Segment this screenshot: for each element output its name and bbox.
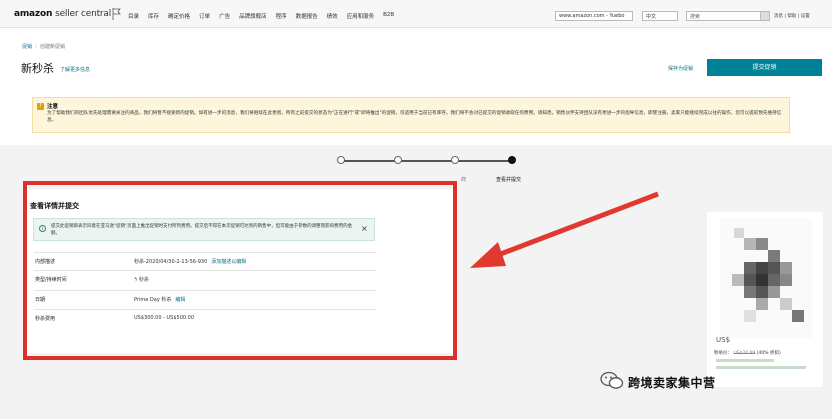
breadcrumb-current: 创建新促销 xyxy=(40,44,66,50)
search-input[interactable]: 搜索 xyxy=(686,11,762,21)
progress-stepper xyxy=(337,155,517,167)
language-select[interactable]: 中文 xyxy=(642,11,678,21)
watermark-text: 跨境卖家集中营 xyxy=(628,376,716,390)
step-3-dot[interactable] xyxy=(451,156,459,164)
amazon-logo[interactable]: amazon seller central xyxy=(14,9,111,19)
page-title: 新秒杀 xyxy=(21,62,54,75)
step-1-dot[interactable] xyxy=(337,156,345,164)
breadcrumb: 促销 › 创建新促销 xyxy=(22,44,66,50)
step-4-label: 查看并提交 xyxy=(496,177,522,183)
breadcrumb-promotions[interactable]: 促销 xyxy=(22,44,32,50)
step-4-dot xyxy=(508,156,516,164)
top-navigation-bar: amazon seller central 目录 库存 确定价格 订单 广告 品… xyxy=(0,0,832,28)
product-price: 秒杀价： US$20.99 (40% 折扣) xyxy=(714,351,781,356)
nav-reports[interactable]: 数据报告 xyxy=(296,12,318,20)
highlight-frame xyxy=(23,181,457,360)
blurred-product-image xyxy=(720,218,812,338)
nav-orders[interactable]: 订单 xyxy=(199,12,210,20)
save-draft-link[interactable]: 保存为促销 xyxy=(668,65,693,72)
warning-icon: ! xyxy=(37,103,44,110)
nav-stores[interactable]: 品牌旗舰店 xyxy=(239,12,267,20)
nav-performance[interactable]: 绩效 xyxy=(327,12,338,20)
step-3-label: 商 xyxy=(461,177,467,183)
step-2-dot[interactable] xyxy=(394,156,402,164)
marketplace-select[interactable]: www.amazon.com - Yuebo xyxy=(555,11,633,21)
submit-promotion-button[interactable]: 提交促销 xyxy=(707,59,822,76)
nav-inventory[interactable]: 库存 xyxy=(148,12,159,20)
notice-title: 注意 xyxy=(47,104,59,110)
nav-apps[interactable]: 应用和服务 xyxy=(347,12,375,20)
product-price-label: US$ xyxy=(716,336,731,344)
nav-b2b[interactable]: B2B xyxy=(383,12,394,20)
nav-advertising[interactable]: 广告 xyxy=(219,12,230,20)
notice-body: 为了帮助我们的团队优先处理需要关注的商品，我们将暂不接受新的促销。如有进一步的消… xyxy=(47,111,782,123)
red-arrow-icon xyxy=(470,191,659,268)
top-links[interactable]: 消息 | 帮助 | 设置 xyxy=(774,13,810,19)
nav-programs[interactable]: 程序 xyxy=(276,12,287,20)
wechat-icon xyxy=(600,371,624,389)
search-icon[interactable] xyxy=(760,11,770,21)
main-menu: 目录 库存 确定价格 订单 广告 品牌旗舰店 程序 数据报告 绩效 应用和服务 … xyxy=(128,12,394,20)
notice-banner: ! 注意 为了帮助我们的团队优先处理需要关注的商品，我们将暂不接受新的促销。如有… xyxy=(32,97,790,133)
nav-catalog[interactable]: 目录 xyxy=(128,12,139,20)
nav-pricing[interactable]: 确定价格 xyxy=(168,12,190,20)
placeholder-bar xyxy=(716,366,806,369)
flag-icon[interactable] xyxy=(112,8,122,20)
learn-more-link[interactable]: 了解更多信息 xyxy=(60,66,90,73)
placeholder-bar xyxy=(716,359,774,362)
